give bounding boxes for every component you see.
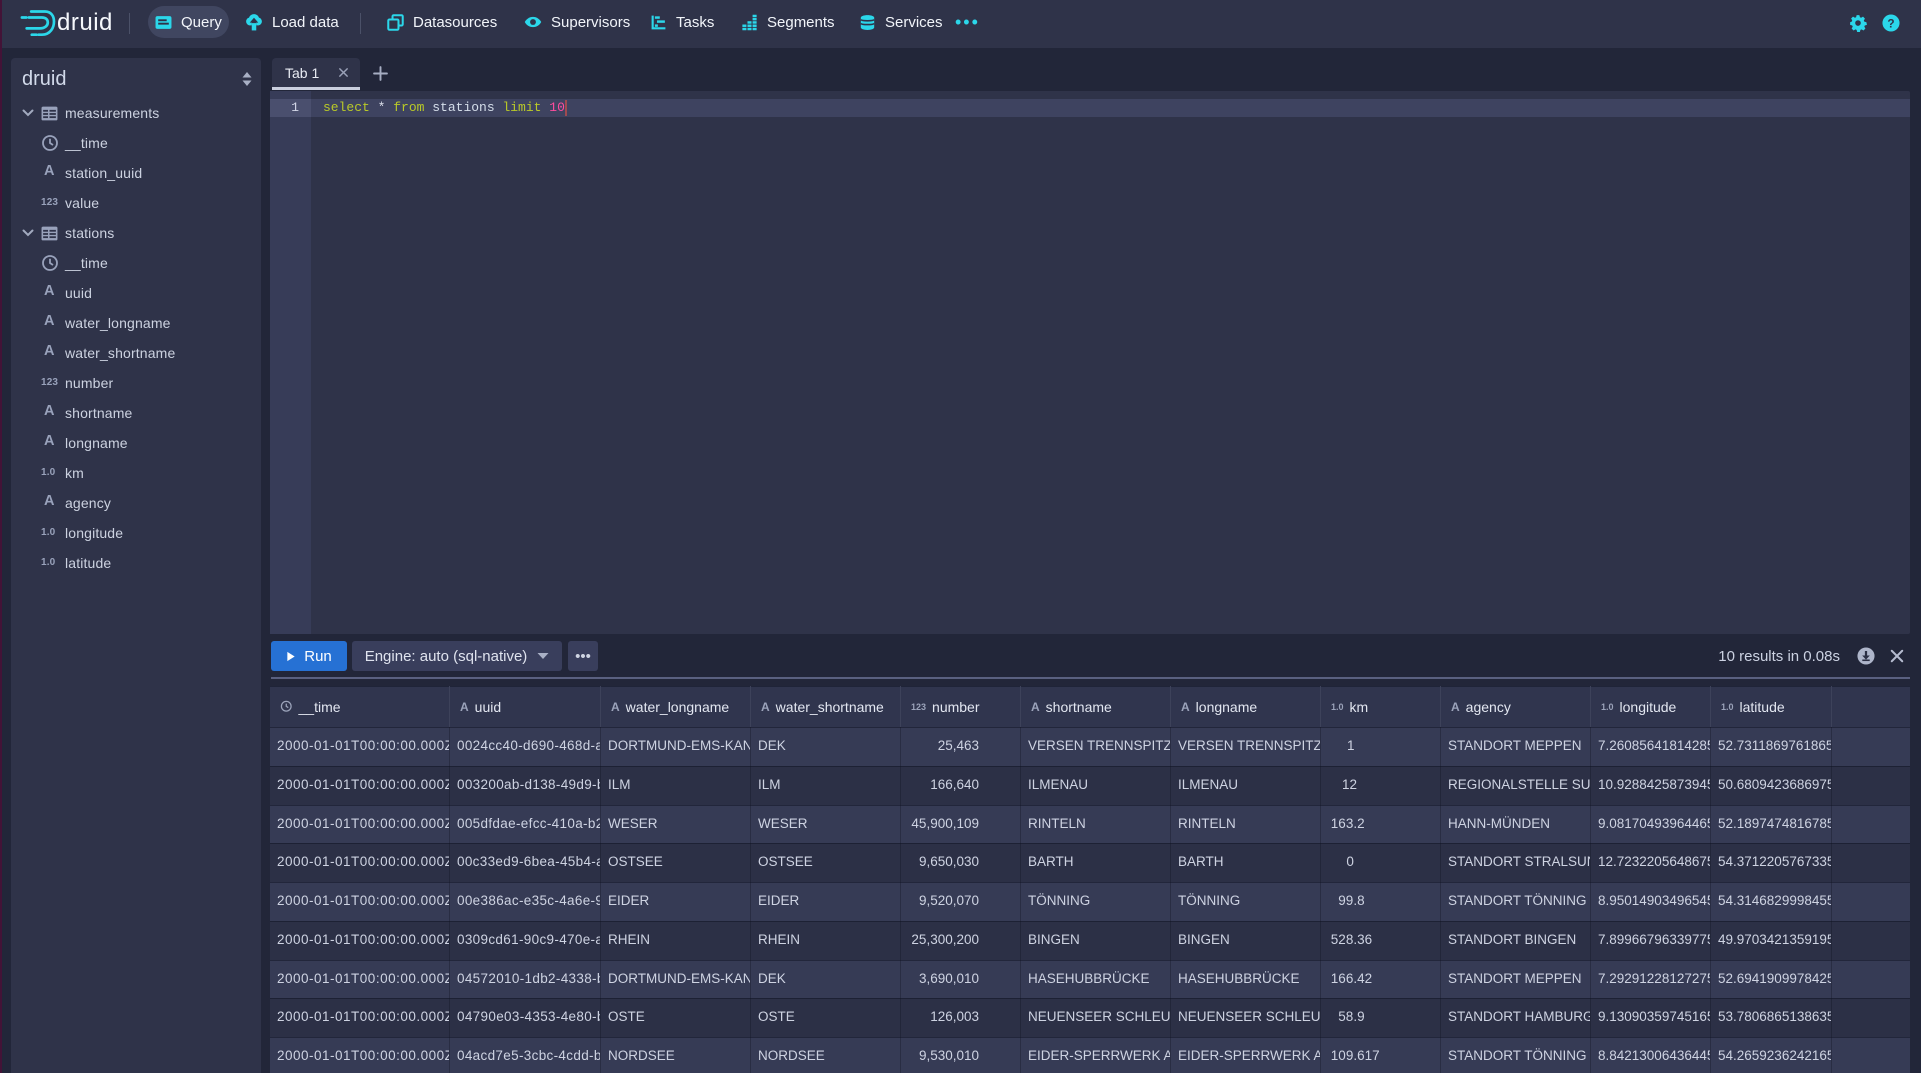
svg-text:?: ? — [1887, 16, 1894, 30]
